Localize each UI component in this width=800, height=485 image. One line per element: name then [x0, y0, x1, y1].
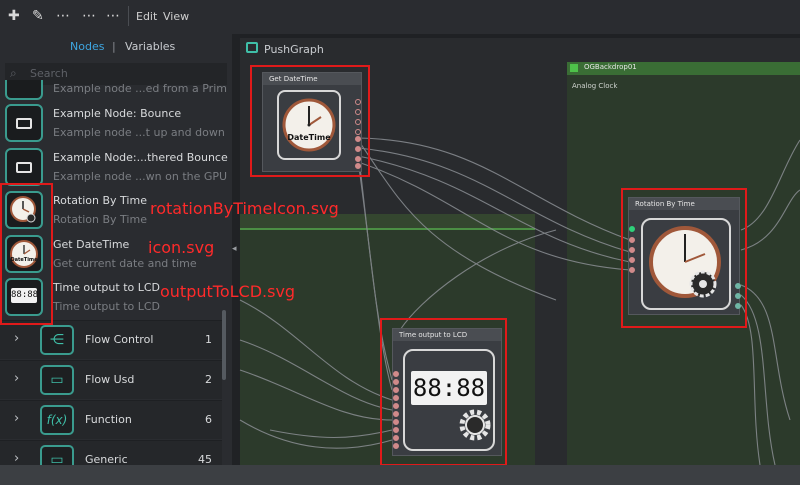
- highlight-get-datetime: [250, 65, 370, 177]
- annotation-lcd-svg: outputToLCD.svg: [160, 282, 296, 301]
- annotation-icon-svg: icon.svg: [148, 238, 215, 257]
- highlight-rotation-by-time: [621, 188, 747, 328]
- status-bar: [0, 465, 800, 485]
- annotation-rotation-svg: rotationByTimeIcon.svg: [150, 199, 339, 218]
- highlight-library-icons: [0, 183, 53, 325]
- highlight-time-output-lcd: [380, 318, 507, 466]
